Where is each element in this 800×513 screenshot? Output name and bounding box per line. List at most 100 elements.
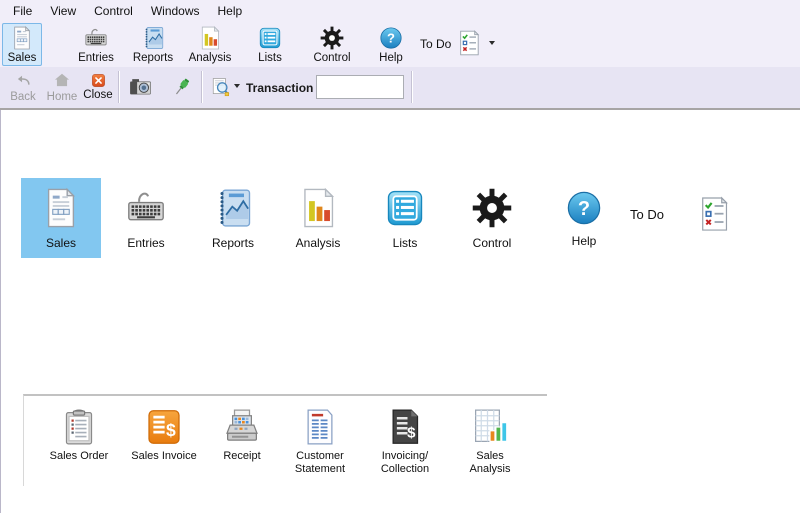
todo-checklist-icon [695, 195, 733, 233]
bar-chart-document-icon [197, 25, 223, 51]
tile-help[interactable]: Help [544, 178, 624, 258]
toolbar-separator [411, 71, 412, 103]
help-question-icon [564, 188, 604, 228]
panel-item-label: Customer [295, 450, 345, 463]
sales-document-icon [39, 186, 83, 230]
search-dropdown[interactable] [234, 84, 240, 88]
tile-analysis[interactable]: Analysis [278, 178, 358, 258]
tile-label: Lists [393, 236, 418, 250]
tile-sales[interactable]: Sales [21, 178, 101, 258]
tile-label: Reports [212, 236, 254, 250]
camera-icon [127, 75, 154, 99]
todo-checklist-icon [455, 29, 483, 57]
ribbon-button-help[interactable]: Help [372, 23, 410, 66]
panel-item-receipt[interactable]: Receipt [206, 407, 278, 463]
ribbon-button-entries[interactable]: Entries [70, 23, 122, 66]
tile-lists[interactable]: Lists [365, 178, 445, 258]
tile-label: Help [572, 234, 597, 248]
ribbon-button-label: Sales [8, 52, 37, 64]
tile-entries[interactable]: Entries [106, 178, 186, 258]
close-icon [91, 73, 106, 88]
panel-item-label2: Collection [381, 463, 429, 476]
ribbon-button-label: Control [313, 52, 350, 64]
chevron-down-icon[interactable] [489, 41, 495, 45]
ribbon-toolbar: Sales Entries Reports Analysis Lists Con… [0, 22, 800, 67]
ribbon-button-label: Analysis [189, 52, 232, 64]
tile-label: Sales [46, 236, 76, 250]
ribbon-button-label: Help [379, 52, 403, 64]
screenshot-button[interactable] [126, 75, 154, 99]
ribbon-todo-button[interactable] [455, 29, 495, 57]
home-icon [53, 71, 71, 90]
ribbon-button-analysis[interactable]: Analysis [182, 23, 238, 66]
home-button[interactable]: Home [44, 71, 80, 103]
panel-item-label: Sales [470, 450, 511, 463]
ribbon-button-control[interactable]: Control [306, 23, 358, 66]
pushpin-icon [169, 74, 194, 101]
tile-label: Entries [127, 236, 164, 250]
ribbon-todo-label: To Do [420, 37, 451, 51]
menu-bar: File View Control Windows Help [0, 0, 800, 22]
gear-icon [470, 186, 514, 230]
sales-analysis-icon [470, 407, 510, 447]
ribbon-button-label: Reports [133, 52, 173, 64]
panel-item-label: Receipt [223, 450, 260, 463]
panel-item-label2: Analysis [470, 463, 511, 476]
sales-module-panel: Sales Order Sales Invoice Receipt [23, 394, 547, 486]
invoicing-collection-icon [385, 407, 425, 447]
report-notebook-icon [140, 25, 166, 51]
search-document-icon [210, 76, 233, 99]
close-label: Close [83, 89, 112, 101]
panel-item-sales-analysis[interactable]: Sales Analysis [454, 407, 526, 475]
customer-statement-icon [300, 407, 340, 447]
close-button[interactable]: Close [80, 71, 116, 101]
main-todo-button[interactable] [695, 195, 733, 233]
menu-file[interactable]: File [4, 2, 41, 20]
toolbar-separator [201, 71, 202, 103]
ribbon-button-label: Entries [78, 52, 114, 64]
list-icon [383, 186, 427, 230]
keyboard-icon [124, 186, 168, 230]
ribbon-button-reports[interactable]: Reports [126, 23, 180, 66]
pin-button[interactable] [168, 73, 194, 101]
gear-icon [319, 25, 345, 51]
panel-item-label2: Statement [295, 463, 345, 476]
panel-item-sales-invoice[interactable]: Sales Invoice [128, 407, 200, 463]
keyboard-icon [83, 25, 109, 51]
menu-windows[interactable]: Windows [142, 2, 209, 20]
ribbon-button-sales[interactable]: Sales [2, 23, 42, 66]
invoice-orange-icon [144, 407, 184, 447]
report-notebook-icon [211, 186, 255, 230]
tile-label: Analysis [296, 236, 341, 250]
bar-chart-document-icon [296, 186, 340, 230]
help-question-icon [378, 25, 404, 51]
main-todo-label[interactable]: To Do [630, 207, 664, 222]
search-button[interactable] [209, 75, 233, 99]
back-button[interactable]: Back [6, 71, 40, 103]
cash-register-icon [222, 407, 262, 447]
menu-view[interactable]: View [41, 2, 85, 20]
transaction-no-input[interactable] [316, 75, 404, 99]
home-label: Home [47, 91, 78, 103]
panel-item-customer-statement[interactable]: Customer Statement [284, 407, 356, 475]
ribbon-button-label: Lists [258, 52, 282, 64]
chevron-down-icon [234, 84, 240, 88]
main-content: Sales Entries Reports Analysis Lists Con… [0, 110, 800, 513]
toolbar-separator [118, 71, 119, 103]
panel-item-sales-order[interactable]: Sales Order [43, 407, 115, 463]
tile-reports[interactable]: Reports [193, 178, 273, 258]
list-icon [257, 25, 283, 51]
back-label: Back [10, 91, 36, 103]
ribbon-button-lists[interactable]: Lists [248, 23, 292, 66]
menu-control[interactable]: Control [85, 2, 142, 20]
clipboard-icon [59, 407, 99, 447]
sales-document-icon [9, 25, 35, 51]
tile-label: Control [473, 236, 512, 250]
panel-item-label: Sales Invoice [131, 450, 196, 463]
application-window: File View Control Windows Help Sales Ent… [0, 0, 800, 513]
tile-control[interactable]: Control [452, 178, 532, 258]
panel-item-label: Sales Order [50, 450, 109, 463]
menu-help[interactable]: Help [209, 2, 252, 20]
panel-item-invoicing-collection[interactable]: Invoicing/ Collection [369, 407, 441, 475]
panel-item-label: Invoicing/ [381, 450, 429, 463]
